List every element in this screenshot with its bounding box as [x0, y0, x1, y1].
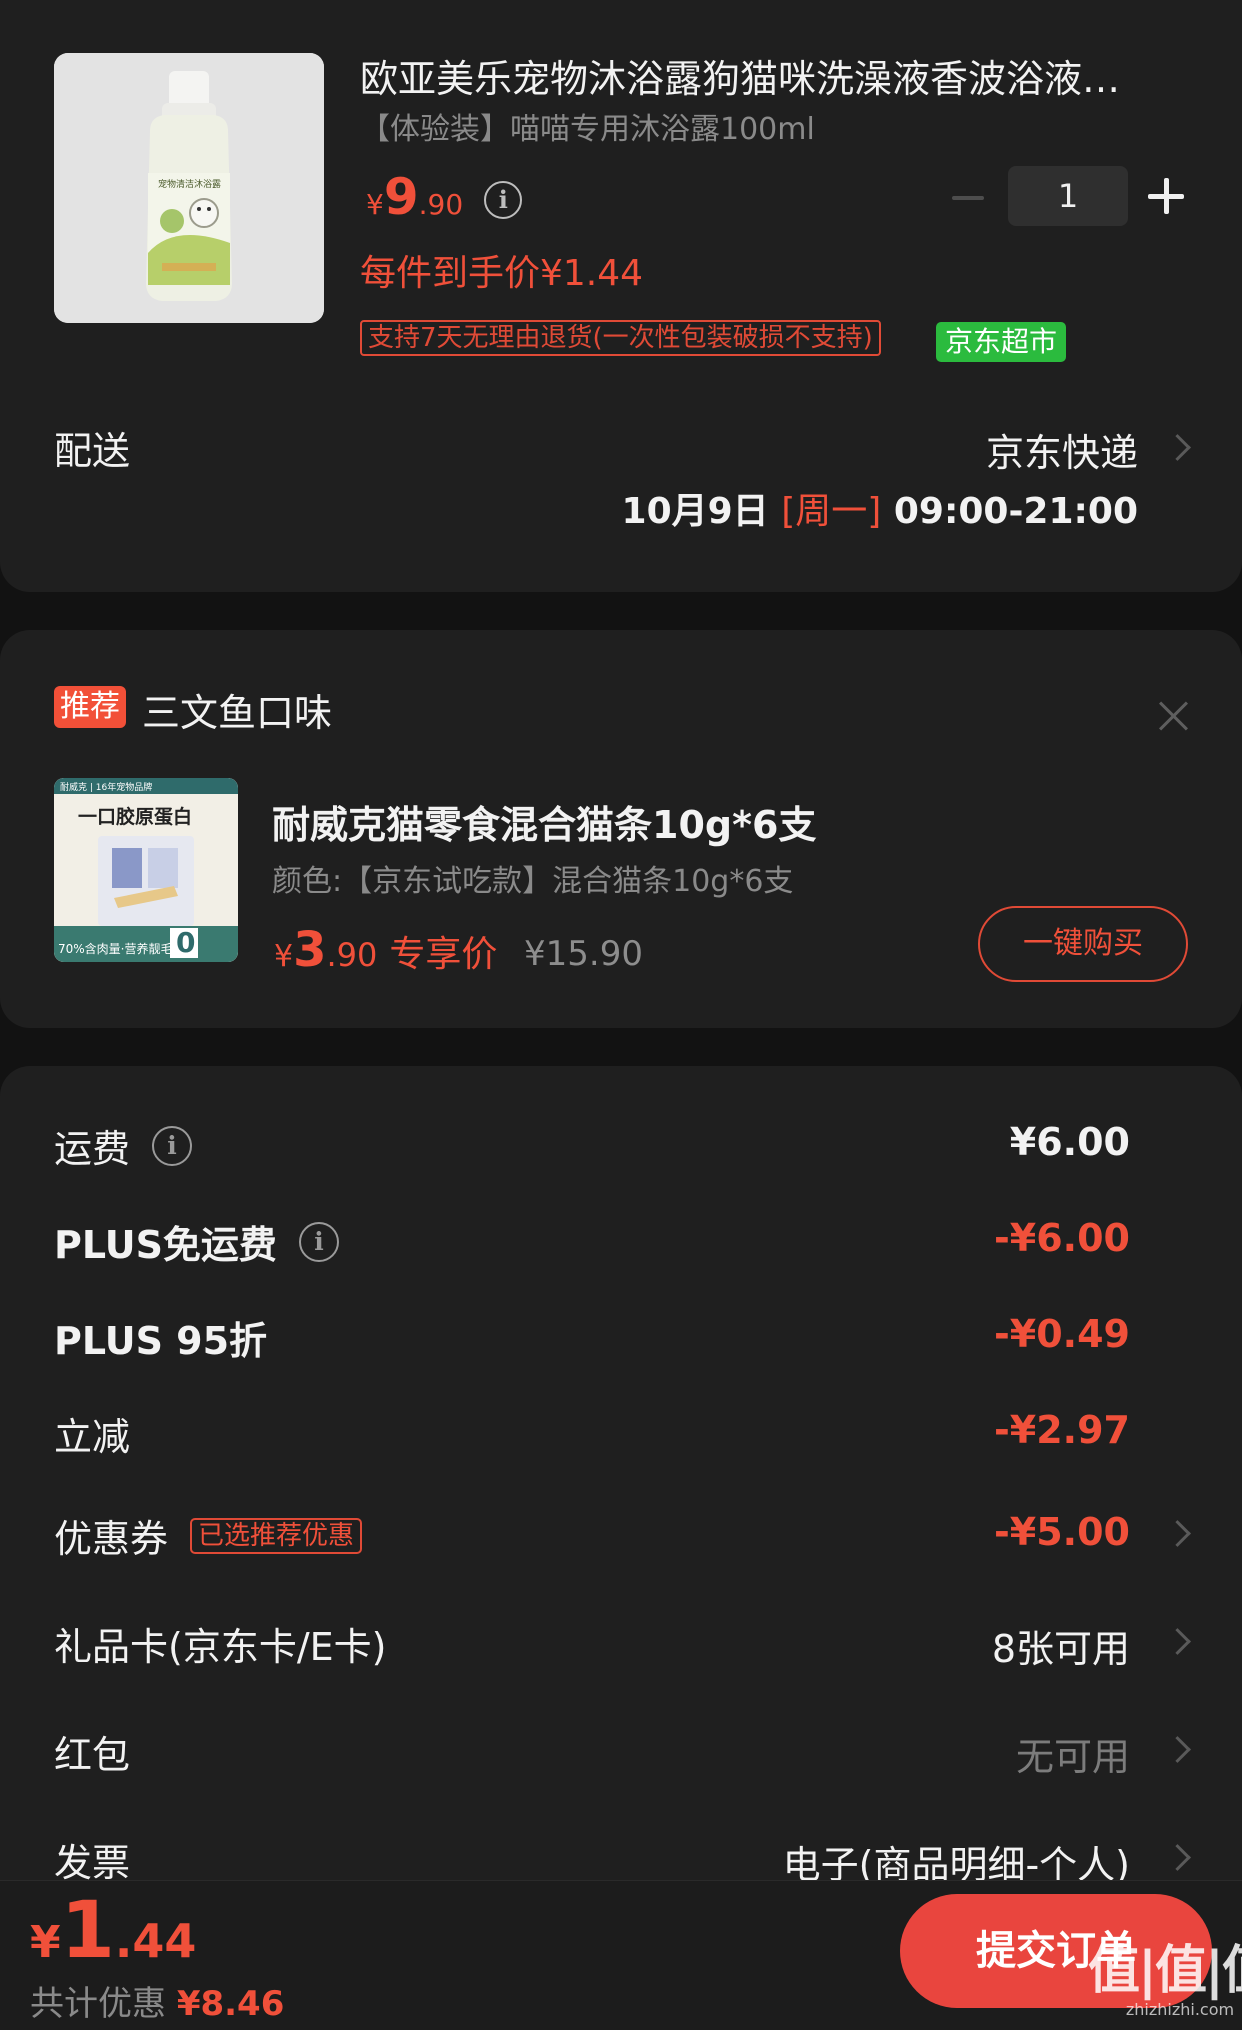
close-icon[interactable] — [1158, 700, 1190, 732]
recommend-product-name[interactable]: 耐威克猫零食混合猫条10g*6支 — [272, 794, 816, 849]
recommend-image-brand: 耐威克 | 16年宠物品牌 — [60, 783, 153, 793]
recommend-badge: 推荐 — [54, 686, 126, 728]
fee-row-instant-reduce-label: 立减 — [54, 1406, 130, 1461]
invoice-chevron-icon[interactable] — [1164, 1838, 1192, 1878]
red-packet-label: 红包 — [54, 1733, 131, 1777]
total-discount-label: 共计优惠 — [30, 1984, 166, 2024]
price-info-icon[interactable]: i — [484, 181, 523, 219]
gift-card-value[interactable]: 8张可用 — [992, 1618, 1130, 1673]
total-price: ¥1.44 — [30, 1886, 196, 1976]
watermark-big: 值|值|值 — [1088, 1941, 1242, 2001]
watermark-small: zhizhizhi.com — [1125, 2000, 1235, 2019]
recommend-original-price: ¥15.90 — [524, 934, 643, 974]
fee-row-gift-card-label[interactable]: 礼品卡(京东卡/E卡) — [54, 1616, 386, 1671]
shipping-fee-value: ¥6.00 — [1009, 1120, 1130, 1164]
product-price: ¥9.90 i — [366, 168, 523, 226]
recommend-price: ¥3.90 专享价 — [274, 922, 497, 978]
red-packet-chevron-icon[interactable] — [1164, 1730, 1192, 1770]
total-price-decimal: .44 — [114, 1914, 197, 1968]
one-click-buy-button[interactable]: 一键购买 — [978, 906, 1188, 982]
recommend-title: 三文鱼口味 — [142, 691, 333, 735]
fee-row-plus-free-shipping-label: PLUS免运费 i — [54, 1214, 339, 1269]
delivery-label: 配送 — [54, 429, 131, 473]
fee-row-plus-discount-label: PLUS 95折 — [54, 1310, 267, 1365]
return-policy-tag: 支持7天无理由退货(一次性包装破损不支持) — [360, 320, 881, 356]
fee-row-red-packet-label[interactable]: 红包 — [54, 1724, 130, 1779]
recommend-image-zero: 0 — [176, 926, 196, 959]
gift-card-chevron-icon[interactable] — [1164, 1622, 1192, 1662]
recommend-product-image[interactable]: 耐威克 | 16年宠物品牌 一口胶原蛋白 70%含肉量·营养靓毛 0 — [54, 778, 238, 962]
product-title[interactable]: 欧亚美乐宠物沐浴露狗猫咪洗澡液香波浴液… — [360, 48, 1160, 103]
product-image[interactable]: 宠物清洁沐浴露 — [54, 53, 324, 323]
coupon-label: 优惠券 — [54, 1517, 169, 1561]
delivery-weekday: [周一] — [781, 491, 882, 532]
price-currency: ¥ — [366, 188, 384, 221]
plus-free-shipping-value: -¥6.00 — [994, 1216, 1130, 1260]
plus-discount-value: -¥0.49 — [994, 1312, 1130, 1356]
each-price: 每件到手价¥1.44 — [360, 253, 644, 294]
delivery-date: 10月9日 — [621, 491, 769, 532]
total-price-integer: 1 — [60, 1886, 115, 1976]
delivery-time[interactable]: 10月9日 [周一] 09:00-21:00 — [622, 482, 1138, 534]
fee-row-invoice-label[interactable]: 发票 — [54, 1832, 130, 1887]
fee-row-coupon-label[interactable]: 优惠券 已选推荐优惠 — [54, 1508, 363, 1563]
delivery-method[interactable]: 京东快递 — [986, 422, 1138, 477]
shipping-info-icon[interactable]: i — [152, 1125, 193, 1166]
delivery-chevron-icon[interactable] — [1164, 428, 1192, 468]
quantity-increase-button[interactable] — [1148, 178, 1184, 214]
quantity-decrease-button[interactable] — [952, 196, 984, 200]
coupon-chevron-icon[interactable] — [1164, 1514, 1192, 1554]
red-packet-value[interactable]: 无可用 — [1016, 1726, 1130, 1781]
price-integer: 9 — [383, 168, 419, 226]
product-spec[interactable]: 【体验装】喵喵专用沐浴露100ml — [360, 104, 815, 148]
total-price-currency: ¥ — [30, 1917, 61, 1968]
recommend-image-headline: 一口胶原蛋白 — [78, 806, 193, 828]
invoice-label: 发票 — [54, 1841, 131, 1885]
instant-reduce-value: -¥2.97 — [994, 1408, 1130, 1452]
fee-row-shipping-label: 运费 i — [54, 1118, 193, 1173]
recommend-price-currency: ¥ — [274, 939, 294, 974]
recommend-price-integer: 3 — [293, 922, 327, 978]
instant-reduce-label: 立减 — [54, 1415, 131, 1459]
shipping-fee-label: 运费 — [54, 1127, 131, 1171]
delivery-hours: 09:00-21:00 — [893, 491, 1138, 532]
price-decimal: .90 — [418, 188, 464, 221]
coupon-selected-tag: 已选推荐优惠 — [190, 1517, 363, 1554]
plus-discount-label: PLUS 95折 — [54, 1319, 268, 1363]
plus-shipping-info-icon[interactable]: i — [298, 1221, 339, 1262]
recommend-price-decimal: .90 — [326, 936, 378, 974]
recommend-image-bottom: 70%含肉量·营养靓毛 — [58, 942, 173, 956]
watermark-logo: 值|值|值 zhizhizhi.com — [1088, 1942, 1242, 2020]
recommend-price-label: 专享价 — [389, 934, 498, 975]
plus-free-shipping-label: PLUS免运费 — [54, 1223, 277, 1267]
total-discount: 共计优惠 ¥8.46 — [30, 1976, 284, 2025]
coupon-value[interactable]: -¥5.00 — [994, 1510, 1130, 1554]
recommend-product-spec: 颜色:【京东试吃款】混合猫条10g*6支 — [272, 864, 794, 899]
product-image-label: 宠物清洁沐浴露 — [158, 180, 222, 190]
jd-supermarket-tag: 京东超市 — [936, 322, 1067, 362]
total-discount-amount: ¥8.46 — [176, 1984, 285, 2024]
quantity-input[interactable]: 1 — [1008, 166, 1128, 226]
gift-card-label: 礼品卡(京东卡/E卡) — [54, 1625, 387, 1669]
